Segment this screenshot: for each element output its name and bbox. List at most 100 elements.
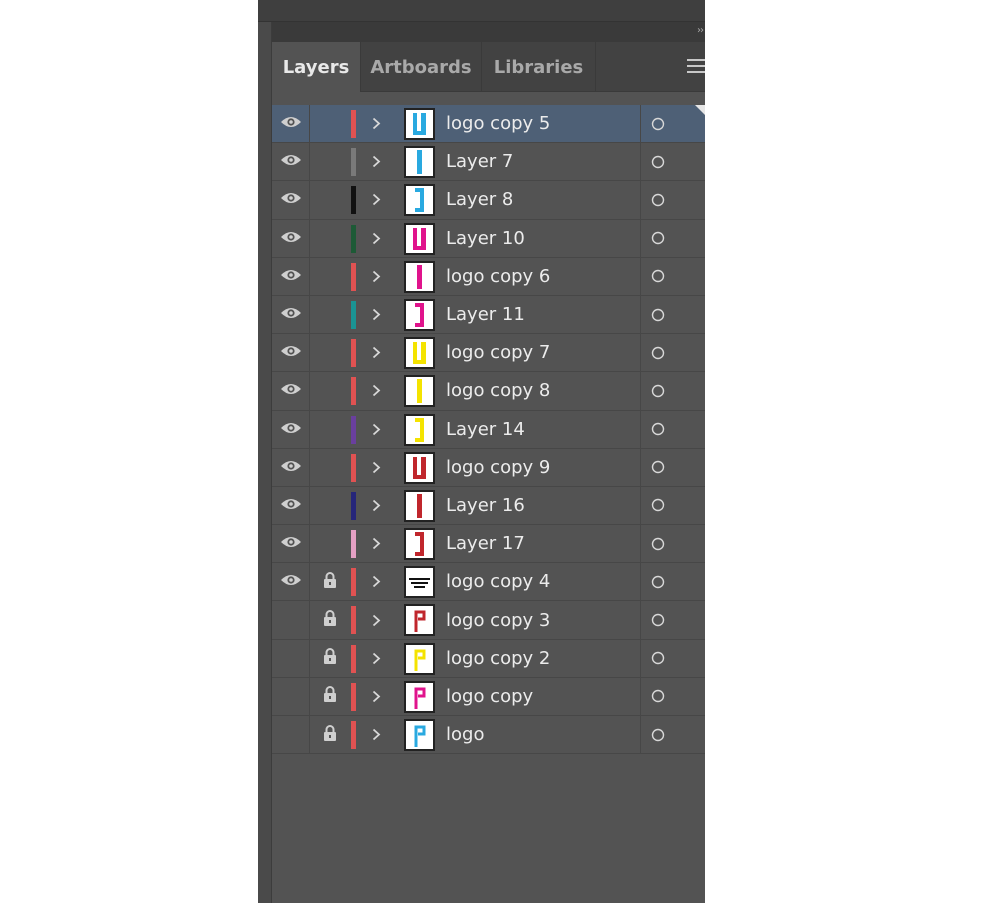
- layer-name[interactable]: Layer 17: [446, 525, 525, 562]
- tab-artboards[interactable]: Artboards: [361, 42, 482, 92]
- layer-name[interactable]: logo copy 7: [446, 334, 550, 371]
- layer-row[interactable]: logo copy 8: [272, 372, 705, 411]
- visibility-toggle[interactable]: [272, 601, 310, 639]
- layer-row[interactable]: Layer 11: [272, 295, 705, 335]
- chevron-right-icon[interactable]: [369, 220, 383, 257]
- chevron-right-icon[interactable]: [369, 143, 383, 180]
- visibility-toggle[interactable]: [272, 525, 310, 563]
- layer-row[interactable]: Layer 17: [272, 525, 705, 564]
- lock-toggle[interactable]: [310, 258, 349, 295]
- visibility-toggle[interactable]: [272, 257, 310, 295]
- target-circle-icon[interactable]: [651, 334, 665, 371]
- chevron-right-icon[interactable]: [369, 411, 383, 448]
- target-circle-icon[interactable]: [651, 563, 665, 600]
- visibility-toggle[interactable]: [272, 334, 310, 372]
- visibility-toggle[interactable]: [272, 486, 310, 525]
- visibility-toggle[interactable]: [272, 181, 310, 219]
- lock-toggle[interactable]: [310, 716, 349, 753]
- target-circle-icon[interactable]: [651, 411, 665, 448]
- lock-toggle[interactable]: [310, 640, 349, 677]
- target-circle-icon[interactable]: [651, 220, 665, 257]
- lock-toggle[interactable]: [310, 563, 349, 600]
- chevron-right-icon[interactable]: [369, 181, 383, 218]
- chevron-right-icon[interactable]: [369, 601, 383, 638]
- visibility-toggle[interactable]: [272, 372, 310, 410]
- hamburger-menu-icon[interactable]: [687, 59, 705, 73]
- layer-row[interactable]: Layer 14: [272, 410, 705, 449]
- chevron-right-icon[interactable]: [369, 678, 383, 715]
- target-circle-icon[interactable]: [651, 601, 665, 638]
- visibility-toggle[interactable]: [272, 563, 310, 601]
- layer-row[interactable]: logo copy 6: [272, 257, 705, 296]
- layer-row[interactable]: logo copy 5: [272, 105, 705, 144]
- lock-toggle[interactable]: [310, 105, 349, 142]
- layer-row[interactable]: logo: [272, 716, 705, 755]
- target-circle-icon[interactable]: [651, 372, 665, 409]
- target-circle-icon[interactable]: [651, 258, 665, 295]
- layer-row[interactable]: Layer 16: [272, 486, 705, 526]
- lock-toggle[interactable]: [310, 449, 349, 486]
- layer-name[interactable]: logo copy 4: [446, 563, 550, 600]
- chevron-right-icon[interactable]: [369, 716, 383, 753]
- layer-name[interactable]: logo copy 5: [446, 105, 550, 142]
- chevron-right-icon[interactable]: [369, 105, 383, 142]
- lock-toggle[interactable]: [310, 143, 349, 180]
- tab-layers[interactable]: Layers: [272, 42, 361, 92]
- visibility-toggle[interactable]: [272, 105, 310, 143]
- chevron-right-icon[interactable]: [369, 258, 383, 295]
- layer-name[interactable]: logo: [446, 716, 484, 753]
- chevron-right-icon[interactable]: [369, 640, 383, 677]
- target-circle-icon[interactable]: [651, 181, 665, 218]
- layer-name[interactable]: Layer 8: [446, 181, 513, 218]
- target-circle-icon[interactable]: [651, 296, 665, 333]
- layer-row[interactable]: logo copy 4: [272, 563, 705, 602]
- layer-row[interactable]: logo copy 7: [272, 334, 705, 373]
- chevron-right-icon[interactable]: [369, 296, 383, 333]
- target-circle-icon[interactable]: [651, 678, 665, 715]
- visibility-toggle[interactable]: [272, 143, 310, 181]
- layer-name[interactable]: Layer 7: [446, 143, 513, 180]
- lock-toggle[interactable]: [310, 296, 349, 333]
- layer-name[interactable]: logo copy 2: [446, 640, 550, 677]
- visibility-toggle[interactable]: [272, 295, 310, 334]
- target-circle-icon[interactable]: [651, 105, 665, 142]
- layer-name[interactable]: logo copy 8: [446, 372, 550, 409]
- chevron-right-icon[interactable]: [369, 334, 383, 371]
- layer-row[interactable]: logo copy 3: [272, 601, 705, 640]
- layer-name[interactable]: Layer 16: [446, 487, 525, 524]
- layer-row[interactable]: logo copy 9: [272, 448, 705, 487]
- chevron-right-icon[interactable]: [369, 487, 383, 524]
- visibility-toggle[interactable]: [272, 677, 310, 715]
- target-circle-icon[interactable]: [651, 525, 665, 562]
- layer-name[interactable]: logo copy: [446, 678, 533, 715]
- lock-toggle[interactable]: [310, 372, 349, 409]
- visibility-toggle[interactable]: [272, 219, 310, 257]
- layer-name[interactable]: Layer 11: [446, 296, 525, 333]
- layer-row[interactable]: Layer 7: [272, 143, 705, 182]
- layer-row[interactable]: Layer 8: [272, 181, 705, 220]
- lock-toggle[interactable]: [310, 181, 349, 218]
- lock-toggle[interactable]: [310, 601, 349, 638]
- tab-libraries[interactable]: Libraries: [482, 42, 596, 92]
- visibility-toggle[interactable]: [272, 639, 310, 677]
- layer-name[interactable]: logo copy 6: [446, 258, 550, 295]
- target-circle-icon[interactable]: [651, 487, 665, 524]
- layer-row[interactable]: logo copy 2: [272, 639, 705, 678]
- double-chevron-right-icon[interactable]: ››: [697, 25, 704, 36]
- layer-name[interactable]: Layer 10: [446, 220, 525, 257]
- chevron-right-icon[interactable]: [369, 449, 383, 486]
- lock-toggle[interactable]: [310, 220, 349, 257]
- target-circle-icon[interactable]: [651, 640, 665, 677]
- chevron-right-icon[interactable]: [369, 525, 383, 562]
- lock-toggle[interactable]: [310, 334, 349, 371]
- chevron-right-icon[interactable]: [369, 372, 383, 409]
- target-circle-icon[interactable]: [651, 449, 665, 486]
- layer-row[interactable]: Layer 10: [272, 219, 705, 258]
- target-circle-icon[interactable]: [651, 716, 665, 753]
- lock-toggle[interactable]: [310, 525, 349, 562]
- layer-name[interactable]: Layer 14: [446, 411, 525, 448]
- lock-toggle[interactable]: [310, 487, 349, 524]
- lock-toggle[interactable]: [310, 411, 349, 448]
- layer-name[interactable]: logo copy 9: [446, 449, 550, 486]
- layer-name[interactable]: logo copy 3: [446, 601, 550, 638]
